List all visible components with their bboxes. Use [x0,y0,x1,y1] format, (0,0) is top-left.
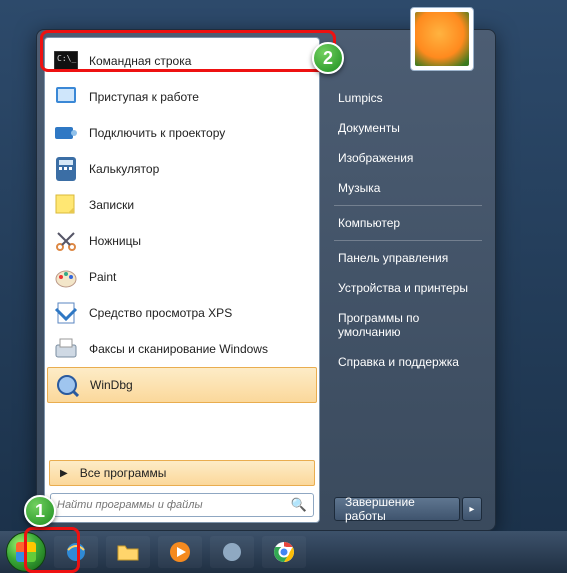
devices-printers-link[interactable]: Устройства и принтеры [334,273,482,303]
taskbar-app-unknown[interactable] [210,536,254,568]
taskbar-media-player[interactable] [158,536,202,568]
taskbar [0,531,567,573]
program-label: Факсы и сканирование Windows [89,342,311,356]
start-button[interactable] [6,532,46,572]
cmd-icon: C:\_ [53,48,79,74]
place-music[interactable]: Музыка [334,173,482,203]
system-computer[interactable]: Компьютер [334,208,482,238]
search-box[interactable]: 🔍 [50,493,314,517]
program-label: Приступая к работе [89,90,311,104]
projector-icon [53,120,79,146]
windbg-icon [54,372,80,398]
triangle-right-icon: ▸ [469,504,474,515]
all-programs-label: Все программы [80,466,167,480]
chrome-icon [273,541,295,563]
program-calculator[interactable]: Калькулятор [47,151,317,187]
globe-icon [221,541,243,563]
shutdown-options-button[interactable]: ▸ [462,497,482,521]
annotation-badge-2: 2 [312,42,344,74]
sticky-notes-icon [53,192,79,218]
program-sticky-notes[interactable]: Записки [47,187,317,223]
triangle-right-icon: ▶ [60,468,68,479]
all-programs-button[interactable]: ▶ Все программы [49,460,315,486]
program-connect-projector[interactable]: Подключить к проектору [47,115,317,151]
program-label: Ножницы [89,234,311,248]
program-label: Записки [89,198,311,212]
default-programs-link[interactable]: Программы по умолчанию [334,303,482,347]
program-fax-scan[interactable]: Факсы и сканирование Windows [47,331,317,367]
control-panel-link[interactable]: Панель управления [334,243,482,273]
program-label: Калькулятор [89,162,311,176]
program-label: WinDbg [90,378,310,392]
start-menu: C:\_ Командная строка Приступая к работе… [36,29,496,531]
right-list: Lumpics Документы Изображения Музыка Ком… [334,83,482,497]
taskbar-ie[interactable] [54,536,98,568]
getting-started-icon [53,84,79,110]
search-icon: 🔍 [291,497,307,513]
xps-icon [53,300,79,326]
fax-icon [53,336,79,362]
taskbar-chrome[interactable] [262,536,306,568]
program-xps-viewer[interactable]: Средство просмотра XPS [47,295,317,331]
separator [334,240,482,241]
calculator-icon [53,156,79,182]
scissors-icon [53,228,79,254]
user-avatar-icon [415,12,469,66]
shutdown-row: Завершение работы ▸ [334,497,482,523]
start-right-panel: Lumpics Документы Изображения Музыка Ком… [324,37,488,523]
program-paint[interactable]: Paint [47,259,317,295]
separator [334,205,482,206]
program-snipping-tool[interactable]: Ножницы [47,223,317,259]
program-label: Paint [89,270,311,284]
wmp-icon [169,541,191,563]
help-support-link[interactable]: Справка и поддержка [334,347,482,377]
program-windbg[interactable]: WinDbg [47,367,317,403]
place-documents[interactable]: Документы [334,113,482,143]
program-command-prompt[interactable]: C:\_ Командная строка [47,43,317,79]
taskbar-explorer[interactable] [106,536,150,568]
paint-icon [53,264,79,290]
svg-text:C:\_: C:\_ [57,54,76,63]
program-label: Подключить к проектору [89,126,311,140]
search-row: 🔍 [47,490,317,517]
folder-icon [116,542,140,562]
search-input[interactable] [57,499,285,511]
ie-icon [64,540,88,564]
shutdown-label: Завершение работы [345,495,449,523]
program-label: Командная строка [89,54,311,68]
annotation-badge-1: 1 [24,495,56,527]
start-left-panel: C:\_ Командная строка Приступая к работе… [44,37,320,523]
program-getting-started[interactable]: Приступая к работе [47,79,317,115]
place-pictures[interactable]: Изображения [334,143,482,173]
user-name-link[interactable]: Lumpics [334,83,482,113]
user-avatar-frame[interactable] [410,7,474,71]
shutdown-button[interactable]: Завершение работы [334,497,460,521]
program-label: Средство просмотра XPS [89,306,311,320]
